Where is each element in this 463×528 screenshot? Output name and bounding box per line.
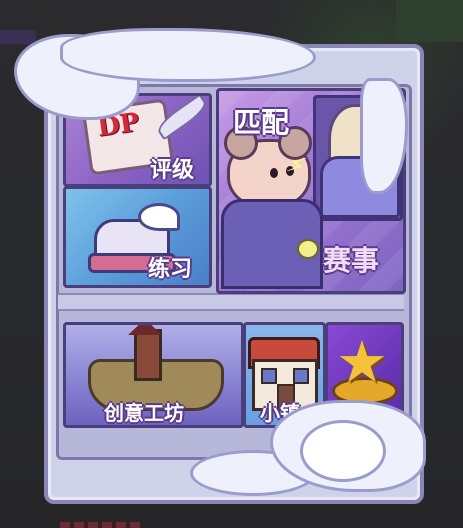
tournament-label: 赛事 xyxy=(323,244,380,277)
mouse-eye xyxy=(270,168,278,178)
practice-label: 练习 xyxy=(148,257,193,282)
house-window xyxy=(293,368,309,384)
practice-tile[interactable]: 练习 xyxy=(63,186,212,288)
background-floor xyxy=(60,522,140,528)
snow-ball-decoration xyxy=(300,420,386,482)
shoe-wing xyxy=(138,203,180,231)
tower-icon xyxy=(134,329,162,381)
house-window xyxy=(261,368,277,384)
star-icon: ★ xyxy=(336,328,388,396)
match-label: 匹配 xyxy=(233,106,290,139)
tower-roof xyxy=(128,325,162,335)
panel-divider xyxy=(58,293,404,311)
workshop-tile[interactable]: 创意工坊 xyxy=(63,322,244,428)
background-scenery xyxy=(396,0,463,42)
light-bulb-icon xyxy=(297,239,319,259)
background-strip xyxy=(0,30,36,44)
rating-label: 评级 xyxy=(150,158,195,183)
workshop-label: 创意工坊 xyxy=(104,401,184,425)
